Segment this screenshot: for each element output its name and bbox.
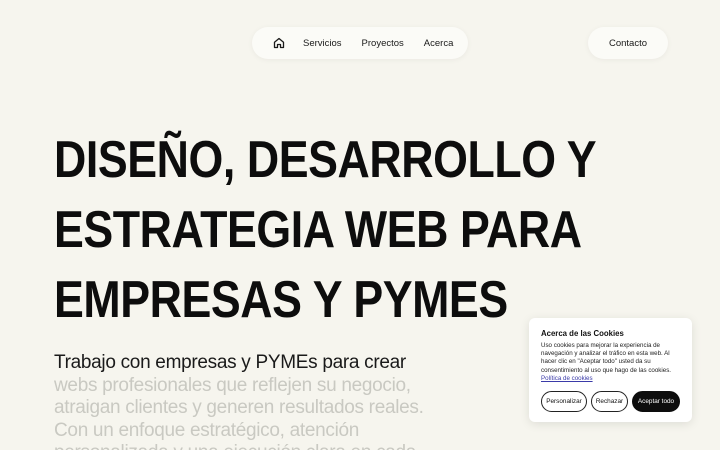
cookie-buttons: Personalizar Rechazar Aceptar todo [541, 391, 680, 412]
nav-link-servicios[interactable]: Servicios [303, 38, 342, 49]
reject-button[interactable]: Rechazar [591, 391, 628, 412]
hero-title-line-2: ESTRATEGIA WEB PARA [54, 201, 582, 259]
cookie-text: Uso cookies para mejorar la experiencia … [541, 342, 680, 383]
personalize-button[interactable]: Personalizar [541, 391, 587, 412]
nav-link-acerca[interactable]: Acerca [424, 38, 454, 49]
contact-link[interactable]: Contacto [609, 38, 647, 49]
hero-title-line-3: EMPRESAS Y PYMES [54, 271, 508, 329]
hero-title: DISEÑO, DESARROLLO Y ESTRATEGIA WEB PARA… [54, 125, 614, 335]
cookie-title: Acerca de las Cookies [541, 329, 624, 338]
home-icon[interactable] [272, 36, 286, 50]
cookie-description: Uso cookies para mejorar la experiencia … [541, 342, 672, 374]
hero-subtitle-highlight: Trabajo con empresas y PYMEs para crear [54, 352, 406, 373]
hero-title-line-1: DISEÑO, DESARROLLO Y [54, 131, 597, 189]
main-nav: Servicios Proyectos Acerca [252, 27, 468, 59]
nav-link-proyectos[interactable]: Proyectos [362, 38, 404, 49]
hero-subtitle-faded: webs profesionales que reflejen su negoc… [54, 374, 424, 450]
landing-page: Servicios Proyectos Acerca Contacto DISE… [0, 0, 720, 450]
hero-subtitle: Trabajo con empresas y PYMEs para crear … [54, 352, 434, 450]
cookie-banner: Acerca de las Cookies Uso cookies para m… [529, 318, 692, 422]
contact-nav: Contacto [588, 27, 668, 59]
cookie-policy-link[interactable]: Política de cookies [541, 375, 593, 382]
accept-all-button[interactable]: Aceptar todo [632, 391, 680, 412]
